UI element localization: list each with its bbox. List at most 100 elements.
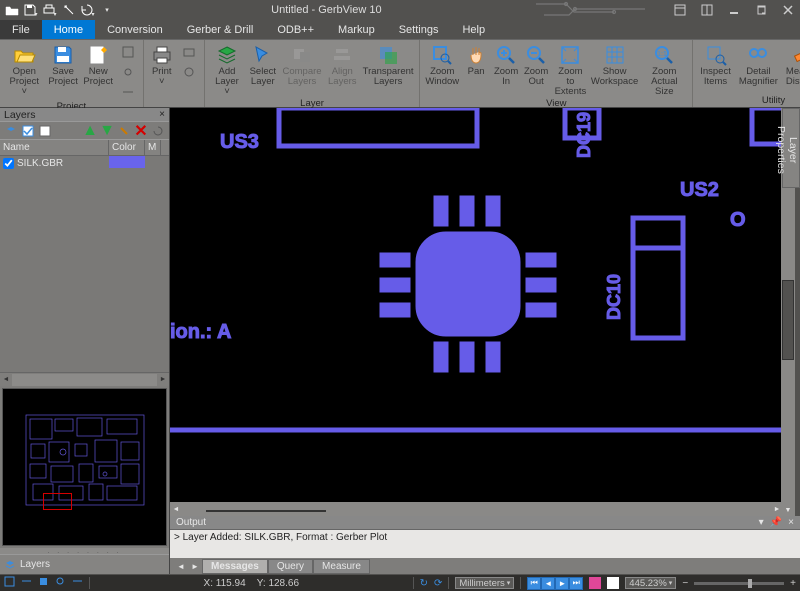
lp-btn-down-icon[interactable]: ▼ (100, 124, 114, 138)
tab-help[interactable]: Help (450, 20, 497, 39)
svg-text:US2: US2 (680, 179, 719, 201)
project-sm-2[interactable] (119, 63, 137, 81)
title-decoration (534, 0, 664, 20)
layer-color-swatch[interactable] (109, 156, 145, 168)
print-sm-1[interactable] (180, 43, 198, 61)
tab-gerber[interactable]: Gerber & Drill (175, 20, 266, 39)
output-tab-messages[interactable]: Messages (202, 559, 268, 574)
units-combo[interactable]: Millimeters ▾ (455, 577, 514, 589)
show-workspace-button[interactable]: Show Workspace (591, 43, 639, 88)
status-rot-icon[interactable]: ⟳ (434, 578, 442, 589)
project-sm-1[interactable] (119, 43, 137, 61)
minimap[interactable] (2, 388, 167, 546)
sys-minimize-icon[interactable] (726, 2, 742, 18)
status-icon-2[interactable] (21, 576, 32, 590)
lp-btn-up-icon[interactable]: ▲ (83, 124, 97, 138)
output-tab-query[interactable]: Query (268, 559, 313, 574)
lp-btn-tool-icon[interactable] (117, 124, 131, 138)
qat-reload-icon[interactable]: ▾ (80, 2, 96, 18)
zoom-combo[interactable]: 445.23% ▾ (625, 577, 676, 589)
select-layer-button[interactable]: Select Layer (247, 43, 278, 88)
output-dock-icon[interactable]: 📌 (770, 517, 782, 528)
qat-more-icon[interactable]: ▾ (99, 2, 115, 18)
qat-tool-icon[interactable] (61, 2, 77, 18)
tab-conversion[interactable]: Conversion (95, 20, 175, 39)
zoom-actual-button[interactable]: 1:1Zoom Actual Size (640, 43, 688, 98)
layer-properties-tab[interactable]: Layer Properties (782, 108, 800, 188)
col-name[interactable]: Name (0, 140, 109, 155)
tab-home[interactable]: Home (42, 20, 95, 39)
transparent-layers-button[interactable]: Transparent Layers (361, 43, 416, 88)
output-title: Output (176, 517, 206, 528)
layer-visible-checkbox[interactable] (3, 158, 14, 169)
compare-layers-button: Compare Layers (280, 43, 323, 88)
lp-btn-reset-icon[interactable] (151, 124, 165, 138)
status-icon-3[interactable] (38, 576, 49, 590)
zoom-plus-icon[interactable]: + (790, 578, 796, 589)
sys-maxmode-icon[interactable] (699, 2, 715, 18)
print-button[interactable]: Print ˅ (148, 43, 176, 88)
statusbar: X: 115.94 Y: 128.66 ↻ ⟳ Millimeters ▾ ⏮ … (0, 575, 800, 591)
pan-button[interactable]: Pan (462, 43, 490, 78)
layers-hscroll[interactable]: ◄► (0, 372, 169, 386)
zoom-window-button[interactable]: Zoom Window (424, 43, 460, 88)
output-tab-next[interactable]: ► (188, 562, 202, 571)
new-project-button[interactable]: New Project (82, 43, 115, 88)
status-color-2[interactable] (607, 577, 619, 589)
zoom-extents-button[interactable]: Zoom to Extents (552, 43, 589, 98)
qat-save-icon[interactable]: ▾ (23, 2, 39, 18)
qat-folder-icon[interactable] (4, 2, 20, 18)
save-project-button[interactable]: Save Project (47, 43, 80, 88)
nav-last-icon[interactable]: ⏭ (569, 577, 583, 590)
nav-first-icon[interactable]: ⏮ (527, 577, 541, 590)
status-y: 128.66 (268, 578, 299, 589)
tab-odb[interactable]: ODB++ (265, 20, 326, 39)
layers-panel-close-icon[interactable]: × (159, 109, 165, 120)
status-color-1[interactable] (589, 577, 601, 589)
zoom-in-button[interactable]: Zoom In (492, 43, 520, 88)
add-layer-button[interactable]: Add Layer ˅ (209, 43, 245, 98)
status-icon-4[interactable] (55, 576, 66, 590)
ribbon-tabs: File Home Conversion Gerber & Drill ODB+… (0, 20, 800, 40)
output-close-icon[interactable]: × (788, 517, 794, 528)
minimap-viewport[interactable] (43, 493, 72, 510)
tab-file[interactable]: File (0, 20, 42, 39)
sys-ribbon-icon[interactable] (672, 2, 688, 18)
sys-close-icon[interactable] (780, 2, 796, 18)
zoom-out-button[interactable]: Zoom Out (522, 43, 550, 88)
canvas[interactable]: US3 DC19 US2 O DC10 (170, 108, 781, 516)
layer-name: SILK.GBR (17, 158, 63, 169)
zoom-minus-icon[interactable]: − (682, 578, 688, 589)
lp-btn-2[interactable] (21, 124, 35, 138)
inspect-items-button[interactable]: Inspect Items (697, 43, 734, 88)
layers-footer[interactable]: Layers (0, 554, 169, 574)
output-tab-prev[interactable]: ◄ (174, 562, 188, 571)
measure-distance-button[interactable]: Measure Distance (783, 43, 800, 88)
col-m[interactable]: M (145, 140, 161, 155)
svg-text:ion.: A: ion.: A (170, 321, 231, 343)
status-reload-icon[interactable]: ↻ (420, 578, 428, 589)
output-tab-measure[interactable]: Measure (313, 559, 370, 574)
svg-text:1:1: 1:1 (657, 51, 667, 58)
output-pin-icon[interactable]: ▾ (759, 517, 764, 528)
nav-prev-icon[interactable]: ◄ (541, 577, 555, 590)
h-scrollbar[interactable]: ◄► (170, 502, 783, 516)
open-project-button[interactable]: Open Project ˅ (4, 43, 45, 98)
nav-next-icon[interactable]: ► (555, 577, 569, 590)
sys-restore-icon[interactable] (753, 2, 769, 18)
col-color[interactable]: Color (109, 140, 145, 155)
status-icon-5[interactable] (72, 576, 83, 590)
zoom-slider[interactable] (694, 582, 784, 585)
tab-settings[interactable]: Settings (387, 20, 451, 39)
titlebar: ▾ ▾ ▾ ▾ Untitled - GerbView 10 (0, 0, 800, 20)
print-sm-2[interactable] (180, 63, 198, 81)
project-sm-3[interactable] (119, 83, 137, 101)
lp-btn-3[interactable] (38, 124, 52, 138)
lp-btn-delete-icon[interactable]: ✕ (134, 124, 148, 138)
detail-magnifier-button[interactable]: Detail Magnifier (736, 43, 781, 88)
status-icon-1[interactable] (4, 576, 15, 590)
lp-btn-1[interactable] (4, 124, 18, 138)
qat-print-icon[interactable]: ▾ (42, 2, 58, 18)
tab-markup[interactable]: Markup (326, 20, 387, 39)
layer-row[interactable]: SILK.GBR (0, 156, 169, 171)
